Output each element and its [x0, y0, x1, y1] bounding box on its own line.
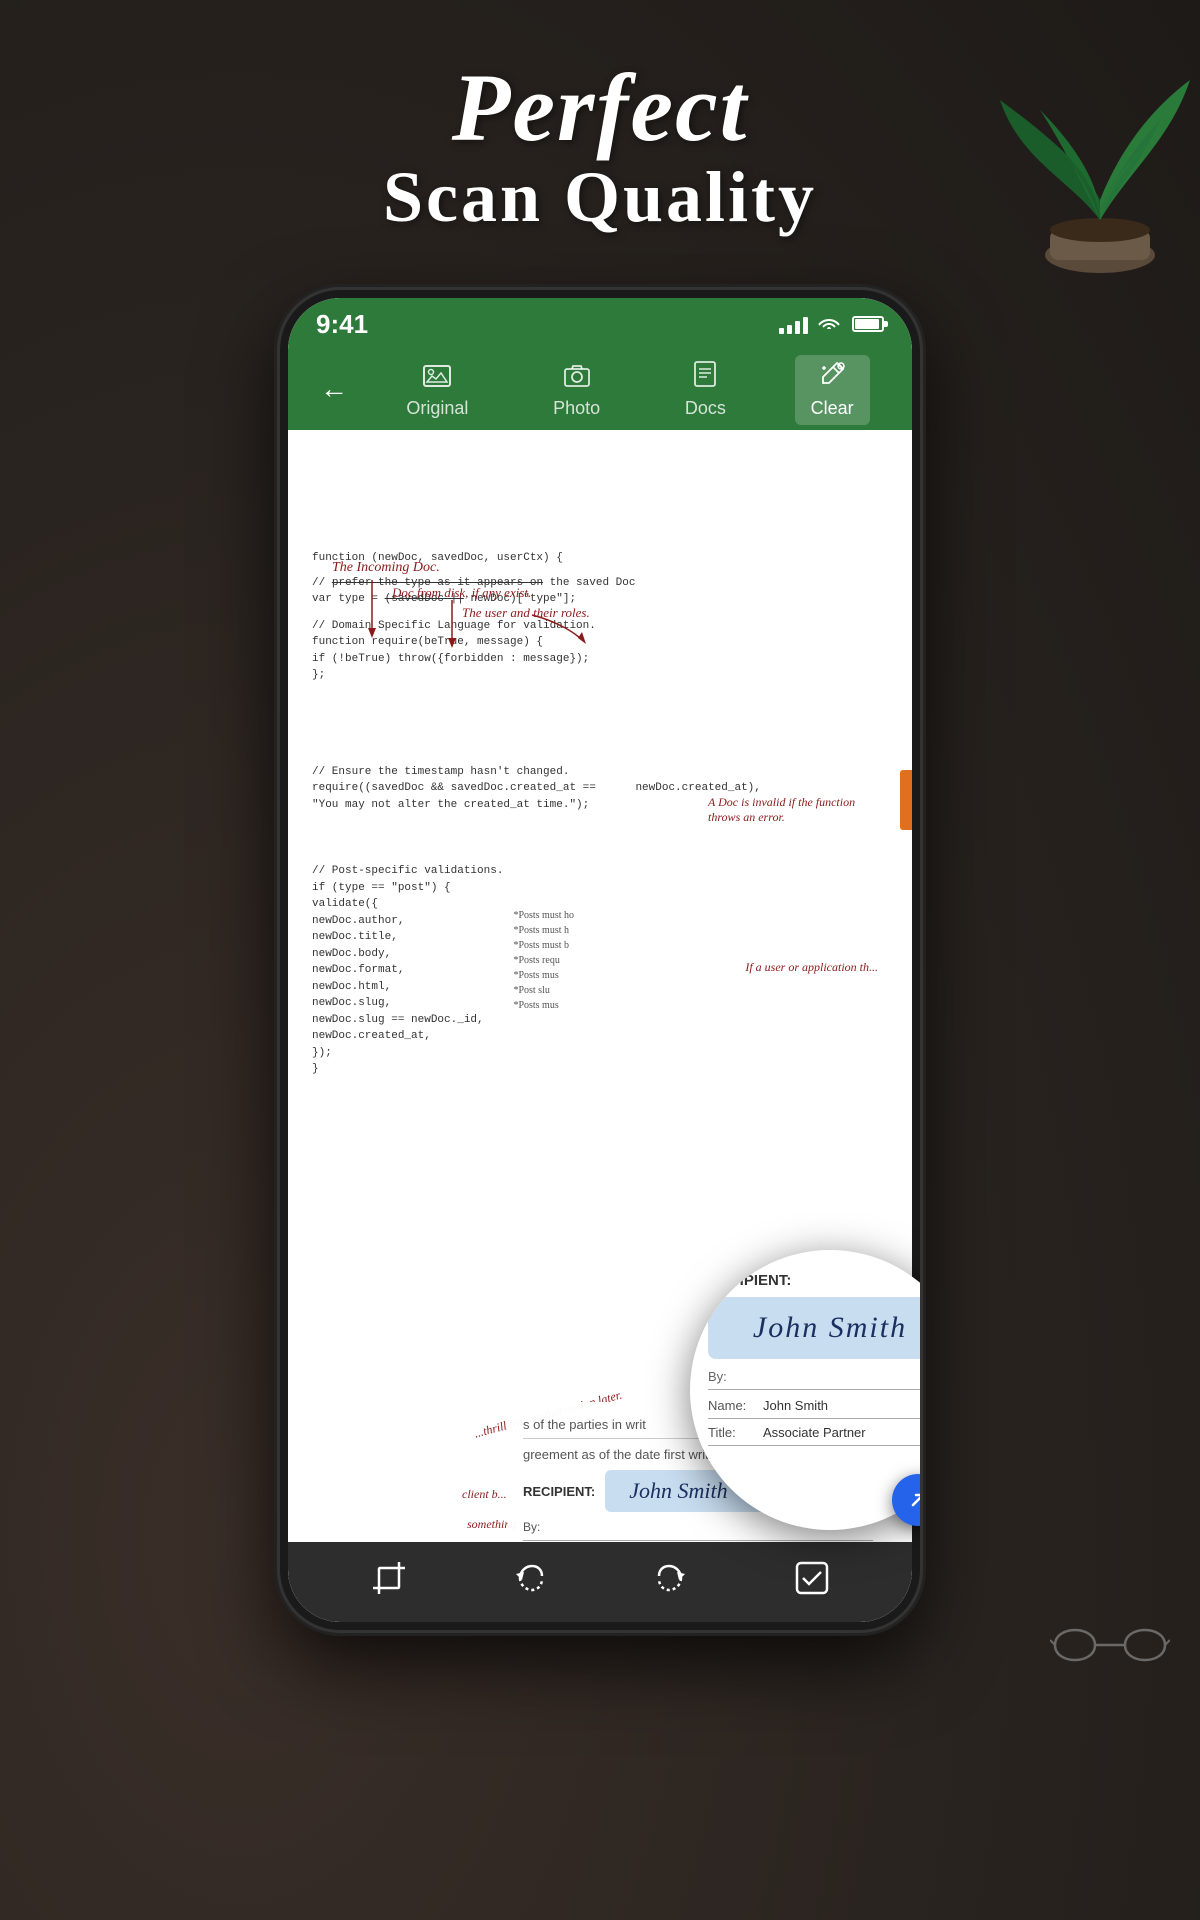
signal-icon	[779, 314, 808, 334]
magnify-title-value: Associate Partner	[763, 1425, 866, 1440]
status-icons	[779, 314, 884, 335]
recipient-label: RECIPIENT:	[523, 1484, 595, 1499]
tab-photo[interactable]: Photo	[537, 356, 616, 425]
magnify-signature-text: John Smith	[728, 1311, 920, 1345]
tab-docs-label: Docs	[685, 398, 726, 419]
undo-button[interactable]	[504, 1552, 556, 1612]
tab-clear-label: Clear	[811, 398, 854, 419]
annotation-invalid: A Doc is invalid if the function throws …	[708, 795, 868, 825]
magnify-name-value: John Smith	[763, 1398, 828, 1413]
docs-icon	[694, 361, 716, 394]
magnify-name-row: Name: John Smith	[708, 1398, 920, 1419]
magnify-signature-box: John Smith	[708, 1297, 920, 1359]
tab-clear[interactable]: Clear	[795, 355, 870, 425]
crop-button[interactable]	[363, 1552, 415, 1612]
original-icon	[423, 362, 451, 394]
battery-icon	[852, 316, 884, 332]
title-line1: Perfect	[0, 60, 1200, 156]
magnify-by-label: By:	[708, 1369, 727, 1384]
magnify-title-label: Title:	[708, 1425, 763, 1440]
check-button[interactable]	[786, 1552, 838, 1612]
orange-tab	[900, 770, 912, 830]
status-time: 9:41	[316, 309, 368, 340]
back-button[interactable]: ←	[304, 366, 364, 414]
magnify-name-label: Name:	[708, 1398, 763, 1413]
toolbar-tabs: Original Photo	[364, 355, 896, 425]
clear-icon	[819, 361, 845, 394]
magnify-by-row: By:	[708, 1369, 920, 1390]
by-label: By:	[523, 1520, 540, 1534]
tab-original[interactable]: Original	[390, 356, 484, 425]
annotation-2: Doc from disk, if any exist.	[392, 585, 531, 601]
status-bar: 9:41	[288, 298, 912, 350]
annotation-app: If a user or application th...	[745, 960, 878, 975]
glasses-decor	[1050, 1620, 1170, 1670]
wifi-icon	[818, 314, 840, 335]
tab-photo-label: Photo	[553, 398, 600, 419]
redo-button[interactable]	[645, 1552, 697, 1612]
annotation-client: client b...	[462, 1487, 507, 1502]
header: Perfect Scan Quality	[0, 60, 1200, 239]
annotation-1: The Incoming Doc.	[332, 560, 440, 576]
phone-frame: 9:41	[280, 290, 920, 1630]
tab-docs[interactable]: Docs	[669, 355, 742, 425]
title-line2: Scan Quality	[0, 156, 1200, 239]
bottom-toolbar	[288, 1542, 912, 1622]
photo-icon	[564, 362, 590, 394]
app-toolbar: ← Original	[288, 350, 912, 430]
magnify-title-row: Title: Associate Partner	[708, 1425, 920, 1446]
annotation-3: The user and their roles.	[462, 605, 590, 621]
tab-original-label: Original	[406, 398, 468, 419]
